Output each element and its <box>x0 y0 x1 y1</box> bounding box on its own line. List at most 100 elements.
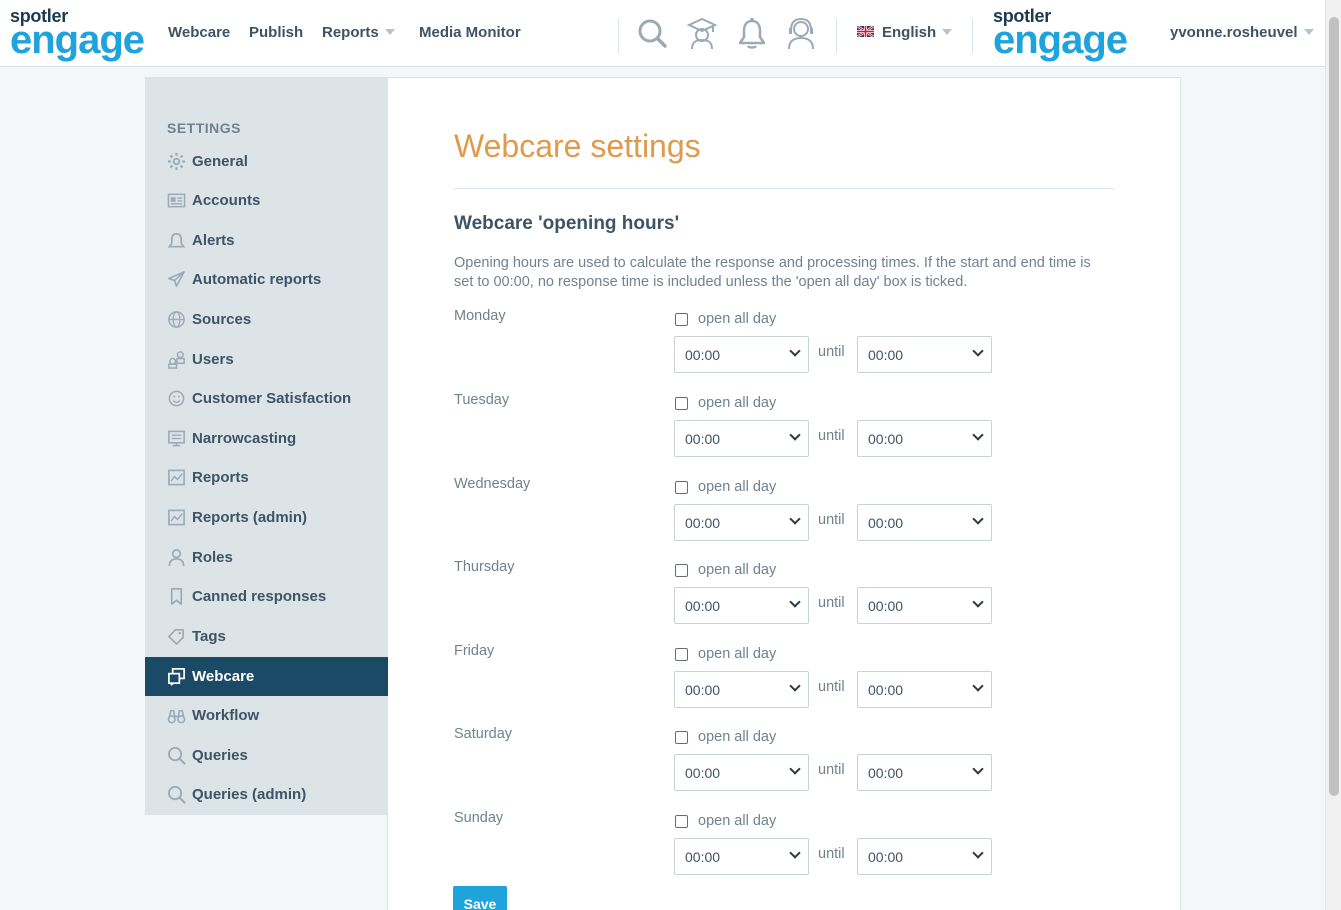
save-button[interactable]: Save <box>453 886 507 910</box>
chevron-down-icon <box>1303 29 1314 35</box>
start-time-select-thursday[interactable]: 00:00 <box>674 587 809 624</box>
sidebar-item-label: Tags <box>192 628 226 645</box>
sidebar-item-customer-satisfaction[interactable]: Customer Satisfaction <box>145 379 388 418</box>
nav-publish[interactable]: Publish <box>249 24 303 41</box>
open-all-day-saturday[interactable]: open all day <box>674 729 776 745</box>
open-all-day-checkbox[interactable] <box>675 563 688 577</box>
headset-icon[interactable] <box>785 16 817 50</box>
nav-reports[interactable]: Reports <box>322 24 395 41</box>
section-description: Opening hours are used to calculate the … <box>454 255 1091 290</box>
open-all-day-checkbox[interactable] <box>675 312 688 326</box>
person-icon <box>166 548 186 568</box>
sidebar-item-general[interactable]: General <box>145 142 388 181</box>
open-all-day-thursday[interactable]: open all day <box>674 562 776 578</box>
main-content: Webcare settings Webcare 'opening hours'… <box>388 77 1181 910</box>
end-time-select-tuesday[interactable]: 00:00 <box>857 420 992 457</box>
user-menu[interactable]: yvonne.rosheuvel <box>1170 24 1314 41</box>
start-time-select-saturday[interactable]: 00:00 <box>674 754 809 791</box>
open-all-day-checkbox[interactable] <box>675 396 688 410</box>
chevron-down-icon <box>972 429 984 441</box>
day-label-monday: Monday <box>454 308 506 324</box>
chart-icon <box>166 508 186 528</box>
open-all-day-label: open all day <box>698 729 777 745</box>
sidebar-item-queries-admin[interactable]: Queries (admin) <box>145 775 388 814</box>
graduation-cap-icon[interactable] <box>686 16 718 50</box>
sidebar-item-label: Queries (admin) <box>192 786 307 803</box>
search-icon[interactable] <box>636 16 668 50</box>
start-time-select-sunday[interactable]: 00:00 <box>674 838 809 875</box>
magnifier-icon <box>166 785 186 805</box>
sidebar-item-label: Reports <box>192 469 249 486</box>
open-all-day-tuesday[interactable]: open all day <box>674 395 776 411</box>
bell-icon <box>166 231 186 251</box>
open-all-day-friday[interactable]: open all day <box>674 646 776 662</box>
sidebar-item-webcare[interactable]: Webcare <box>145 657 388 696</box>
chevron-down-icon <box>942 29 953 35</box>
open-all-day-checkbox[interactable] <box>675 647 688 661</box>
nav-media-monitor[interactable]: Media Monitor <box>419 24 521 41</box>
chevron-down-icon <box>384 29 395 35</box>
end-time-select-sunday[interactable]: 00:00 <box>857 838 992 875</box>
id-card-icon <box>166 191 186 211</box>
brand-logo[interactable]: spotler engage <box>10 7 145 60</box>
sidebar-item-label: General <box>192 153 248 170</box>
start-time-select-monday[interactable]: 00:00 <box>674 336 809 373</box>
sidebar-item-sources[interactable]: Sources <box>145 300 388 339</box>
bell-icon[interactable] <box>736 16 768 50</box>
users-icon <box>166 350 186 370</box>
day-label-friday: Friday <box>454 643 495 659</box>
sidebar-item-reports-admin[interactable]: Reports (admin) <box>145 498 388 537</box>
open-all-day-label: open all day <box>698 395 777 411</box>
open-all-day-checkbox[interactable] <box>675 730 688 744</box>
scrollbar[interactable] <box>1325 0 1341 910</box>
day-label-thursday: Thursday <box>454 559 515 575</box>
sidebar-item-tags[interactable]: Tags <box>145 617 388 656</box>
open-all-day-label: open all day <box>698 311 777 327</box>
sidebar-item-label: Automatic reports <box>192 271 322 288</box>
start-time-select-wednesday[interactable]: 00:00 <box>674 504 809 541</box>
sidebar-item-reports[interactable]: Reports <box>145 458 388 497</box>
sidebar-item-queries[interactable]: Queries <box>145 736 388 775</box>
sidebar-item-automatic-reports[interactable]: Automatic reports <box>145 260 388 299</box>
until-label: until <box>818 428 845 444</box>
chevron-down-icon <box>789 429 801 441</box>
end-time-select-thursday[interactable]: 00:00 <box>857 587 992 624</box>
open-all-day-label: open all day <box>698 562 777 578</box>
sidebar-item-workflow[interactable]: Workflow <box>145 696 388 735</box>
language-selector[interactable]: English <box>857 24 953 41</box>
end-time-select-wednesday[interactable]: 00:00 <box>857 504 992 541</box>
end-time-select-saturday[interactable]: 00:00 <box>857 754 992 791</box>
open-all-day-monday[interactable]: open all day <box>674 311 776 327</box>
sidebar-item-alerts[interactable]: Alerts <box>145 221 388 260</box>
sidebar-item-canned-responses[interactable]: Canned responses <box>145 577 388 616</box>
end-time-select-monday[interactable]: 00:00 <box>857 336 992 373</box>
smiley-icon <box>166 389 186 409</box>
open-all-day-checkbox[interactable] <box>675 480 688 494</box>
chevron-down-icon <box>972 596 984 608</box>
chart-icon <box>166 468 186 488</box>
open-all-day-sunday[interactable]: open all day <box>674 813 776 829</box>
divider <box>454 188 1114 189</box>
scrollbar-thumb[interactable] <box>1329 17 1339 796</box>
sidebar-item-accounts[interactable]: Accounts <box>145 181 388 220</box>
sidebar-item-label: Alerts <box>192 232 235 249</box>
sidebar-item-label: Canned responses <box>192 588 327 605</box>
open-all-day-label: open all day <box>698 813 777 829</box>
magnifier-icon <box>166 746 186 766</box>
chevron-down-icon <box>972 680 984 692</box>
sidebar-item-narrowcasting[interactable]: Narrowcasting <box>145 419 388 458</box>
nav-webcare[interactable]: Webcare <box>168 24 230 41</box>
start-time-select-friday[interactable]: 00:00 <box>674 671 809 708</box>
start-time-select-tuesday[interactable]: 00:00 <box>674 420 809 457</box>
sidebar-item-users[interactable]: Users <box>145 340 388 379</box>
open-all-day-wednesday[interactable]: open all day <box>674 479 776 495</box>
divider <box>836 18 837 54</box>
day-label-sunday: Sunday <box>454 810 504 826</box>
sidebar-item-label: Customer Satisfaction <box>192 390 352 407</box>
sidebar-item-roles[interactable]: Roles <box>145 538 388 577</box>
open-all-day-checkbox[interactable] <box>675 814 688 828</box>
tag-icon <box>166 627 186 647</box>
chat-windows-icon <box>166 667 186 687</box>
top-bar: spotler engage Webcare Publish Reports M… <box>0 0 1325 67</box>
end-time-select-friday[interactable]: 00:00 <box>857 671 992 708</box>
